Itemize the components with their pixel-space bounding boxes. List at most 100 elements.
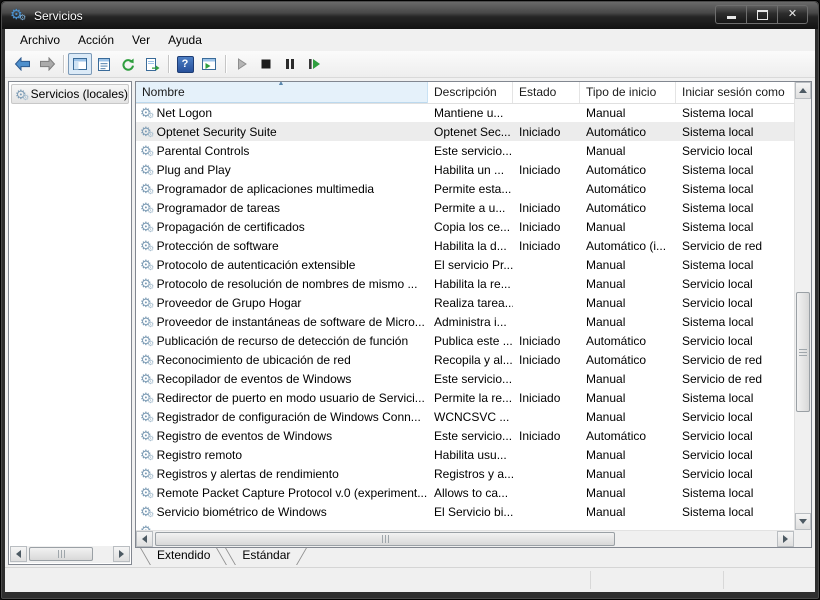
table-row[interactable]: ⚙⚙Programador de tareasPermite a u...Ini… bbox=[136, 198, 794, 217]
table-row[interactable]: ⚙⚙Servicio biométrico de WindowsEl Servi… bbox=[136, 502, 794, 521]
menu-accion[interactable]: Acción bbox=[69, 31, 123, 49]
help-icon: ? bbox=[177, 56, 194, 73]
cell-name: ⚙⚙Protección de software bbox=[136, 239, 428, 253]
column-header-startup[interactable]: Tipo de inicio bbox=[580, 82, 676, 103]
cell-logon: Servicio local bbox=[676, 144, 794, 158]
toolbar-separator bbox=[225, 55, 226, 73]
pause-service-button[interactable] bbox=[278, 53, 302, 75]
table-row[interactable]: ⚙⚙Registros y alertas de rendimientoRegi… bbox=[136, 464, 794, 483]
table-row[interactable]: ⚙⚙Plug and PlayHabilita un ...IniciadoAu… bbox=[136, 160, 794, 179]
table-row[interactable]: ⚙⚙Registrador de configuración de Window… bbox=[136, 407, 794, 426]
restart-service-button[interactable] bbox=[302, 53, 326, 75]
arrow-right-icon bbox=[783, 535, 788, 543]
back-button[interactable] bbox=[11, 53, 35, 75]
cell-status: Iniciado bbox=[513, 125, 580, 139]
table-row[interactable]: ⚙⚙Optenet Security SuiteOptenet Sec...In… bbox=[136, 122, 794, 141]
cell-name: ⚙⚙Remote Packet Capture Protocol v.0 (ex… bbox=[136, 486, 428, 500]
scroll-right-button[interactable] bbox=[777, 531, 794, 547]
service-name: Net Logon bbox=[157, 106, 212, 120]
vertical-scrollbar[interactable] bbox=[794, 82, 811, 530]
cell-description: Realiza tarea... bbox=[428, 296, 513, 310]
cell-name: ⚙⚙Publicación de recurso de detección de… bbox=[136, 334, 428, 348]
cell-name: ⚙⚙Programador de aplicaciones multimedia bbox=[136, 182, 428, 196]
stop-icon bbox=[260, 58, 272, 70]
tab-extendido[interactable]: Extendido bbox=[141, 548, 226, 565]
console-tree-icon bbox=[72, 57, 88, 71]
maximize-button[interactable] bbox=[746, 5, 777, 24]
scroll-left-button[interactable] bbox=[136, 531, 153, 547]
column-header-description[interactable]: Descripción bbox=[428, 82, 513, 103]
action-pane-icon bbox=[201, 57, 217, 71]
scroll-right-button[interactable] bbox=[113, 546, 130, 562]
start-service-button[interactable] bbox=[230, 53, 254, 75]
tree-item-servicios-locales[interactable]: ⚙⚙ Servicios (locales) bbox=[11, 84, 129, 104]
cell-status: Iniciado bbox=[513, 391, 580, 405]
table-row[interactable]: ⚙⚙Protección de softwareHabilita la d...… bbox=[136, 236, 794, 255]
cell-name: ⚙⚙Proveedor de Grupo Hogar bbox=[136, 296, 428, 310]
table-row[interactable]: ⚙⚙Parental ControlsEste servicio...Manua… bbox=[136, 141, 794, 160]
table-row[interactable]: ⚙⚙Proveedor de Grupo HogarRealiza tarea.… bbox=[136, 293, 794, 312]
service-name: Optenet Security Suite bbox=[157, 125, 277, 139]
scrollbar-thumb[interactable] bbox=[796, 292, 810, 412]
table-row[interactable]: ⚙⚙Registro remotoHabilita usu...ManualSe… bbox=[136, 445, 794, 464]
export-list-button[interactable] bbox=[140, 53, 164, 75]
table-row[interactable]: ⚙⚙ bbox=[136, 521, 794, 530]
table-row[interactable]: ⚙⚙Recopilador de eventos de WindowsEste … bbox=[136, 369, 794, 388]
table-row[interactable]: ⚙⚙Protocolo de autenticación extensibleE… bbox=[136, 255, 794, 274]
properties-button[interactable] bbox=[92, 53, 116, 75]
service-gear-icon: ⚙⚙ bbox=[140, 296, 152, 309]
table-row[interactable]: ⚙⚙Redirector de puerto en modo usuario d… bbox=[136, 388, 794, 407]
service-gear-icon: ⚙⚙ bbox=[140, 277, 152, 290]
table-row[interactable]: ⚙⚙Net LogonMantiene u...ManualSistema lo… bbox=[136, 103, 794, 122]
play-icon bbox=[236, 58, 248, 70]
menu-ver[interactable]: Ver bbox=[123, 31, 159, 49]
column-header-status[interactable]: Estado bbox=[513, 82, 580, 103]
table-row[interactable]: ⚙⚙Reconocimiento de ubicación de redReco… bbox=[136, 350, 794, 369]
table-row[interactable]: ⚙⚙Publicación de recurso de detección de… bbox=[136, 331, 794, 350]
column-header-name[interactable]: ▲Nombre bbox=[136, 82, 428, 103]
refresh-button[interactable] bbox=[116, 53, 140, 75]
column-header-logon[interactable]: Iniciar sesión como bbox=[676, 82, 796, 103]
close-icon: ✕ bbox=[788, 9, 797, 20]
scrollbar-thumb[interactable] bbox=[155, 532, 615, 546]
close-button[interactable]: ✕ bbox=[777, 5, 808, 24]
scrollbar-grip bbox=[58, 550, 65, 558]
cell-name: ⚙⚙Proveedor de instantáneas de software … bbox=[136, 315, 428, 329]
table-row[interactable]: ⚙⚙Protocolo de resolución de nombres de … bbox=[136, 274, 794, 293]
horizontal-scrollbar[interactable] bbox=[136, 530, 794, 547]
show-console-tree-button[interactable] bbox=[68, 53, 92, 75]
service-name: Programador de tareas bbox=[157, 201, 280, 215]
cell-status: Iniciado bbox=[513, 163, 580, 177]
minimize-button[interactable] bbox=[715, 5, 746, 24]
stop-service-button[interactable] bbox=[254, 53, 278, 75]
scroll-down-button[interactable] bbox=[795, 513, 811, 530]
cell-logon: Sistema local bbox=[676, 182, 794, 196]
forward-button[interactable] bbox=[35, 53, 59, 75]
scroll-left-button[interactable] bbox=[10, 546, 27, 562]
table-row[interactable]: ⚙⚙Propagación de certificadosCopia los c… bbox=[136, 217, 794, 236]
cell-logon: Sistema local bbox=[676, 106, 794, 120]
cell-status: Iniciado bbox=[513, 429, 580, 443]
pause-icon bbox=[284, 58, 296, 70]
arrow-up-icon bbox=[799, 88, 807, 93]
table-row[interactable]: ⚙⚙Remote Packet Capture Protocol v.0 (ex… bbox=[136, 483, 794, 502]
scrollbar-thumb[interactable] bbox=[29, 547, 93, 561]
cell-startup: Manual bbox=[580, 448, 676, 462]
help-button[interactable]: ? bbox=[173, 53, 197, 75]
service-name: Redirector de puerto en modo usuario de … bbox=[157, 391, 425, 405]
show-action-pane-button[interactable] bbox=[197, 53, 221, 75]
tab-edge bbox=[225, 548, 236, 565]
tree-horizontal-scrollbar[interactable] bbox=[10, 546, 130, 563]
scroll-up-button[interactable] bbox=[795, 82, 811, 99]
table-row[interactable]: ⚙⚙Proveedor de instantáneas de software … bbox=[136, 312, 794, 331]
tab-label: Extendido bbox=[157, 548, 210, 562]
title-bar[interactable]: ⚙ ⚙ Servicios ✕ bbox=[2, 2, 818, 29]
menu-ayuda[interactable]: Ayuda bbox=[159, 31, 211, 49]
services-panel: ▲NombreDescripciónEstadoTipo de inicioIn… bbox=[135, 81, 812, 565]
table-row[interactable]: ⚙⚙Registro de eventos de WindowsEste ser… bbox=[136, 426, 794, 445]
menu-archivo[interactable]: Archivo bbox=[11, 31, 69, 49]
cell-logon: Servicio local bbox=[676, 448, 794, 462]
table-row[interactable]: ⚙⚙Programador de aplicaciones multimedia… bbox=[136, 179, 794, 198]
tab-estandar[interactable]: Estándar bbox=[226, 548, 306, 565]
service-gear-icon: ⚙⚙ bbox=[140, 353, 152, 366]
